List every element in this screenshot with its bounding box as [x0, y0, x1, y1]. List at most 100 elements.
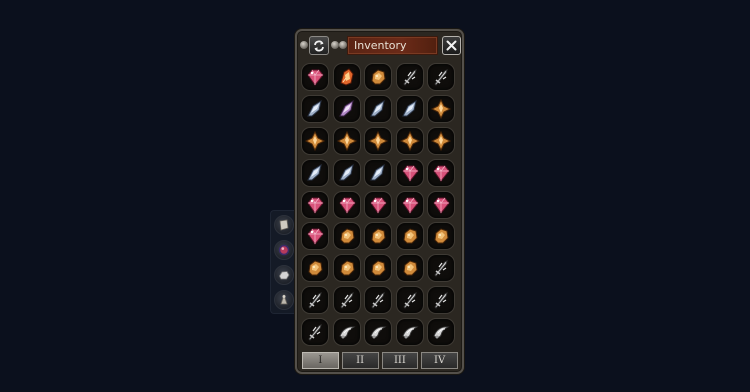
gem-orb-icon[interactable]	[274, 240, 294, 260]
side-quick-bar	[270, 210, 296, 314]
inventory-slot[interactable]	[427, 63, 455, 91]
tab-page-1[interactable]: I	[302, 352, 339, 369]
silver-dagger-icon	[304, 289, 326, 311]
silver-claw-icon	[367, 321, 389, 343]
inventory-slot[interactable]	[395, 286, 424, 315]
amber-crystal-icon	[304, 130, 326, 152]
scroll-icon[interactable]	[274, 215, 294, 235]
amber-ore-icon	[430, 225, 452, 247]
inventory-slot[interactable]	[395, 254, 424, 283]
inventory-slot[interactable]	[364, 286, 392, 315]
inventory-slot[interactable]	[332, 254, 361, 283]
inventory-slot[interactable]	[427, 158, 455, 187]
inventory-slot[interactable]	[395, 222, 424, 251]
inventory-slot[interactable]	[301, 190, 329, 219]
inventory-slot[interactable]	[364, 126, 392, 155]
inventory-slot[interactable]	[364, 254, 392, 283]
amber-ore-icon	[367, 225, 389, 247]
inventory-slot[interactable]	[395, 190, 424, 219]
inventory-slot[interactable]	[427, 254, 455, 283]
close-icon	[446, 40, 457, 51]
inventory-slot[interactable]	[395, 94, 424, 123]
steel-shard-icon	[336, 162, 358, 184]
amber-ore-icon	[399, 257, 421, 279]
page-tabs: I II III IV	[302, 352, 458, 370]
refresh-button[interactable]	[309, 36, 329, 55]
inventory-slot[interactable]	[364, 94, 392, 123]
stone-icon[interactable]	[274, 265, 294, 285]
ruby-gem-icon	[336, 194, 358, 216]
amethyst-shard-icon	[336, 98, 358, 120]
close-button[interactable]	[442, 36, 461, 55]
inventory-slot[interactable]	[364, 158, 392, 187]
amber-ore-icon	[367, 66, 389, 88]
inventory-slot[interactable]	[332, 222, 361, 251]
inventory-slot[interactable]	[332, 94, 361, 123]
inventory-slot[interactable]	[427, 126, 455, 155]
amber-crystal-icon	[336, 130, 358, 152]
silver-claw-icon	[336, 321, 358, 343]
inventory-slot[interactable]	[395, 158, 424, 187]
inventory-slot[interactable]	[301, 94, 329, 123]
inventory-slot[interactable]	[395, 126, 424, 155]
inventory-slot[interactable]	[427, 222, 455, 251]
inventory-slot[interactable]	[301, 63, 329, 91]
amber-ore-icon	[399, 225, 421, 247]
silver-claw-icon	[399, 321, 421, 343]
inventory-window: Inventory I II III IV	[295, 29, 464, 374]
silver-dagger-icon	[399, 66, 421, 88]
inventory-slot[interactable]	[301, 222, 329, 251]
silver-dagger-icon	[336, 289, 358, 311]
amber-crystal-icon	[367, 130, 389, 152]
knob-icon	[339, 41, 347, 49]
inventory-slot[interactable]	[427, 318, 455, 347]
steel-shard-icon	[304, 162, 326, 184]
silver-dagger-icon	[367, 289, 389, 311]
ruby-gem-icon	[399, 162, 421, 184]
inventory-slot[interactable]	[364, 318, 392, 347]
ruby-gem-icon	[304, 194, 326, 216]
inventory-slot[interactable]	[301, 158, 329, 187]
title-bar[interactable]: Inventory	[299, 33, 461, 57]
refresh-icon	[314, 40, 324, 51]
inventory-slot[interactable]	[301, 318, 329, 347]
inventory-slot[interactable]	[332, 158, 361, 187]
inventory-slot[interactable]	[364, 222, 392, 251]
inventory-slot[interactable]	[427, 286, 455, 315]
inventory-slot[interactable]	[332, 126, 361, 155]
steel-shard-icon	[304, 98, 326, 120]
silver-dagger-icon	[399, 289, 421, 311]
figure-icon[interactable]	[274, 290, 294, 310]
inventory-slot[interactable]	[427, 190, 455, 219]
inventory-slot[interactable]	[364, 190, 392, 219]
title-plate: Inventory	[347, 36, 438, 55]
silver-claw-icon	[430, 321, 452, 343]
inventory-slot[interactable]	[301, 286, 329, 315]
silver-dagger-icon	[430, 257, 452, 279]
inventory-slot[interactable]	[301, 126, 329, 155]
steel-shard-icon	[367, 98, 389, 120]
amber-crystal-icon	[430, 98, 452, 120]
inventory-slot[interactable]	[332, 318, 361, 347]
tab-page-2[interactable]: II	[341, 352, 379, 369]
inventory-slot[interactable]	[364, 63, 392, 91]
steel-shard-icon	[367, 162, 389, 184]
fire-crystal-icon	[336, 66, 358, 88]
tab-page-3[interactable]: III	[381, 352, 419, 369]
inventory-slot[interactable]	[301, 254, 329, 283]
item-grid	[301, 63, 459, 347]
inventory-slot[interactable]	[427, 94, 455, 123]
inventory-slot[interactable]	[332, 63, 361, 91]
amber-ore-icon	[336, 225, 358, 247]
ruby-gem-icon	[304, 66, 326, 88]
ruby-gem-icon	[304, 225, 326, 247]
amber-crystal-icon	[399, 130, 421, 152]
tab-page-4[interactable]: IV	[421, 352, 458, 369]
inventory-slot[interactable]	[332, 286, 361, 315]
knob-icon	[300, 41, 308, 49]
inventory-slot[interactable]	[332, 190, 361, 219]
inventory-slot[interactable]	[395, 318, 424, 347]
silver-dagger-icon	[304, 321, 326, 343]
inventory-slot[interactable]	[395, 63, 424, 91]
knob-icon	[331, 41, 339, 49]
